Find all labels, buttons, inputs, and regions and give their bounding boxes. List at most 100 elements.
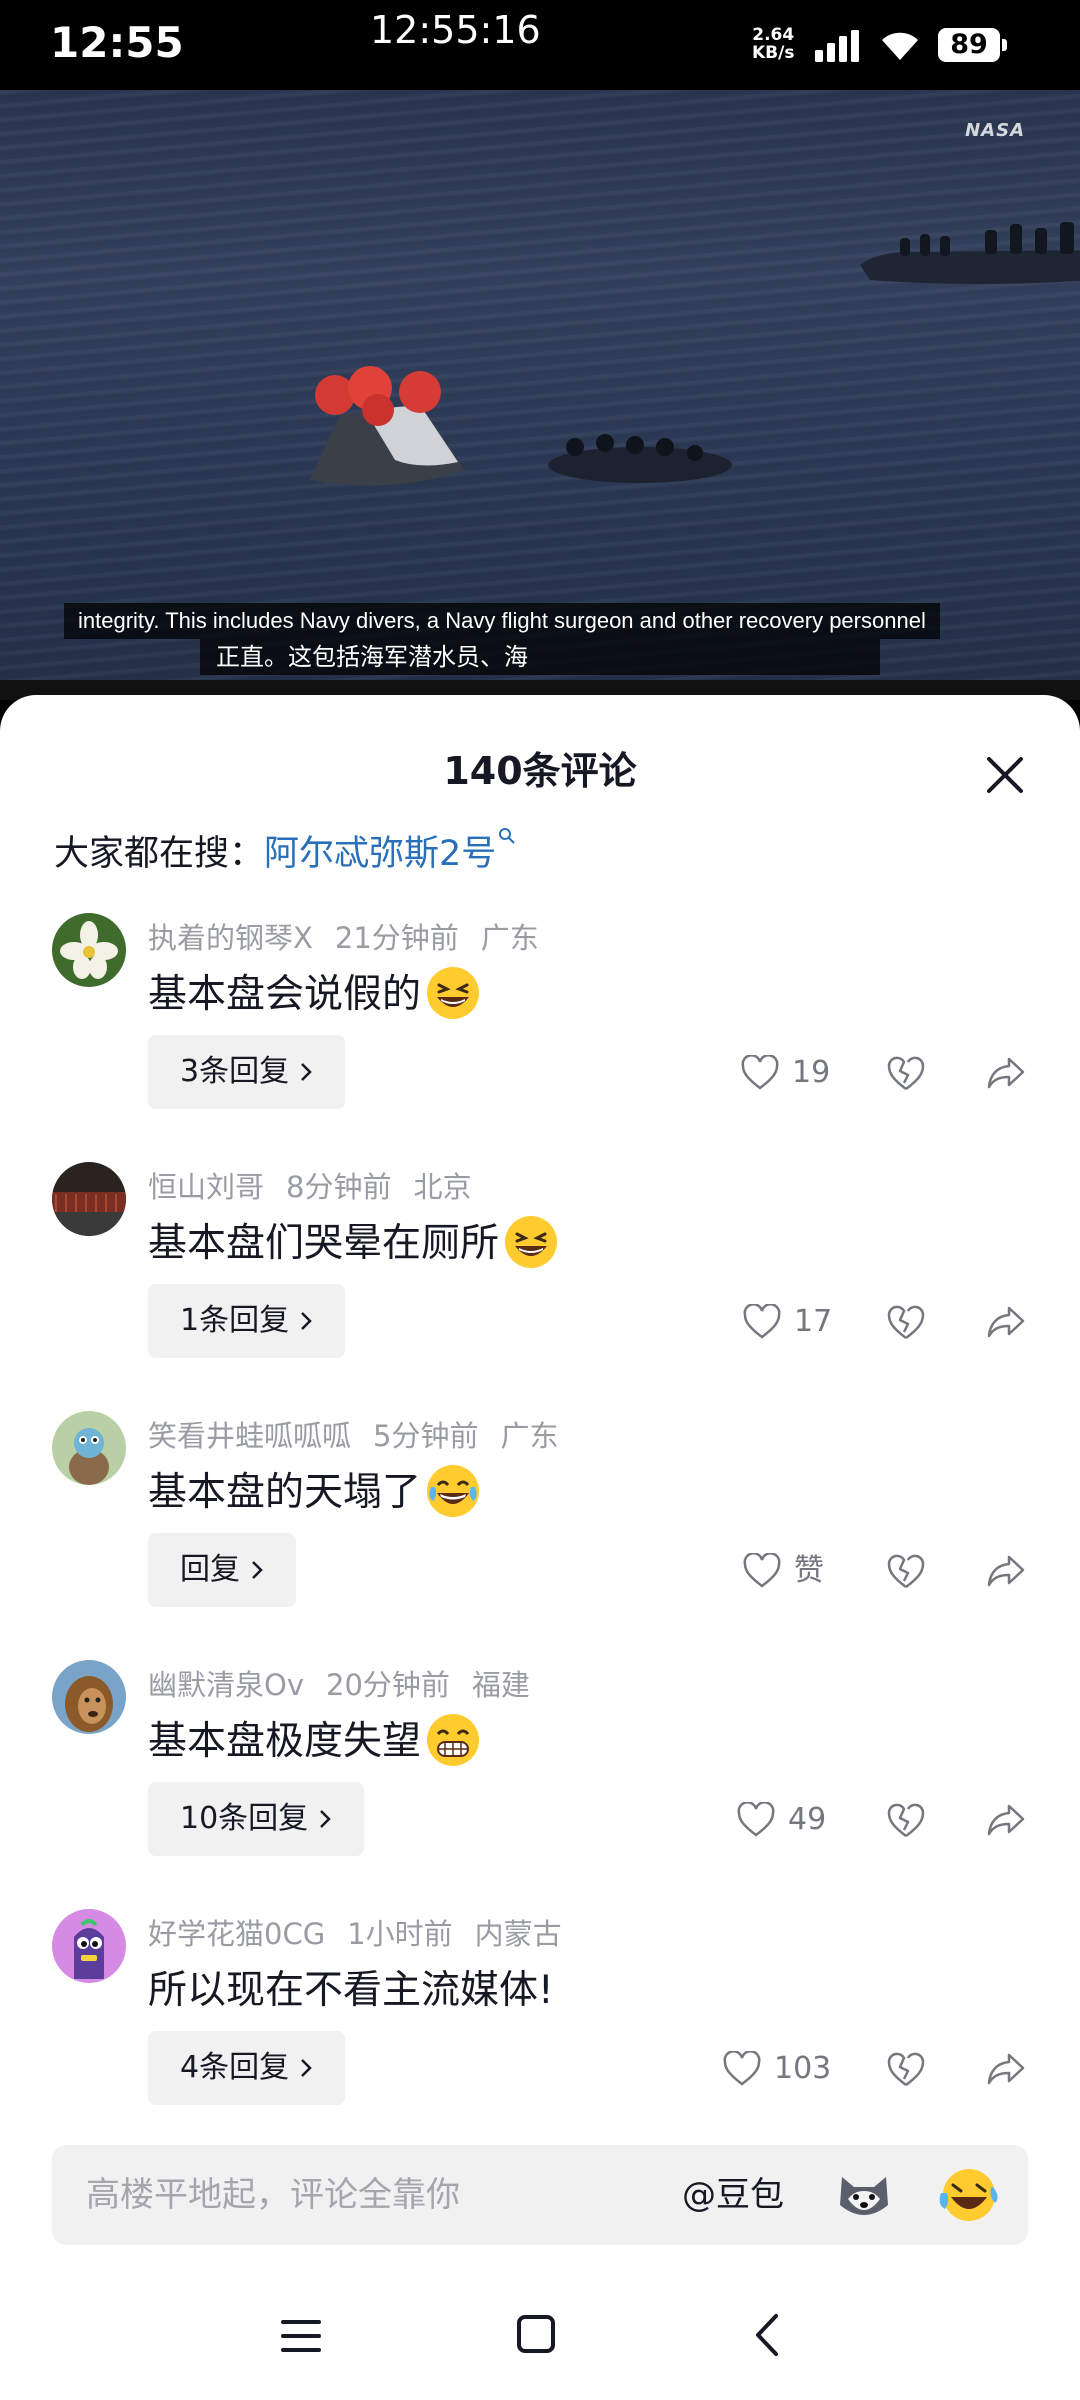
dislike-icon[interactable] [886, 1551, 926, 1591]
laugh-icon [427, 966, 480, 1019]
mention-doubao-button[interactable]: @豆包 [682, 2145, 784, 2245]
view-replies-button[interactable]: 3条回复 [148, 1035, 346, 1109]
chevron-right-icon [301, 2059, 312, 2077]
like-button[interactable]: 103 [722, 2049, 862, 2089]
network-speed-unit: KB/s [752, 43, 795, 63]
home-square-icon[interactable] [516, 2314, 556, 2354]
comment-username[interactable]: 执着的钢琴X [148, 921, 313, 955]
comment-time: 1小时前 [347, 1917, 453, 1951]
avatar[interactable] [52, 1909, 126, 1983]
comment-location: 北京 [413, 1170, 472, 1204]
system-nav-bar [0, 2270, 1080, 2400]
view-replies-label: 4条回复 [180, 2050, 290, 2085]
menu-icon[interactable] [280, 2318, 322, 2354]
like-count: 103 [774, 2051, 832, 2086]
avatar[interactable] [52, 1162, 126, 1236]
comment-text-content: 基本盘们哭晕在厕所 [148, 1221, 500, 1266]
share-icon[interactable] [985, 1551, 1027, 1591]
comment-location: 内蒙古 [474, 1917, 562, 1951]
dog-sticker-icon[interactable] [834, 2165, 894, 2225]
comment-location: 广东 [480, 921, 539, 955]
close-icon[interactable] [975, 745, 1035, 805]
comment-time: 20分钟前 [326, 1668, 450, 1702]
cellular-signal-icon [815, 30, 859, 62]
share-icon[interactable] [985, 2049, 1027, 2089]
comment-meta: 恒山刘哥 8分钟前 北京 [148, 1164, 493, 1206]
view-replies-button[interactable]: 1条回复 [148, 1284, 346, 1358]
comment-text-content: 基本盘会说假的 [148, 972, 422, 1017]
trending-search-label: 大家都在搜： [54, 834, 265, 874]
comment-input-placeholder[interactable]: 高楼平地起，评论全靠你 [86, 2145, 460, 2245]
comment-meta: 笑看井蛙呱呱呱 5分钟前 广东 [148, 1413, 580, 1455]
subtitle-chinese: 正直。这包括海军潜水员、海 [200, 639, 880, 675]
share-icon[interactable] [985, 1053, 1027, 1093]
heart-icon [737, 1802, 775, 1837]
avatar[interactable] [52, 1660, 126, 1734]
comment-time: 21分钟前 [334, 921, 459, 955]
comment-text: 基本盘极度失望 [148, 1710, 481, 1768]
video-player[interactable]: NASA integrity. This includes Navy diver… [0, 90, 1080, 700]
share-icon[interactable] [985, 1302, 1027, 1342]
laughing-emoji-icon[interactable] [937, 2163, 1001, 2227]
heart-icon [743, 1553, 781, 1588]
view-replies-label: 3条回复 [180, 1054, 290, 1089]
like-button[interactable]: 17 [742, 1302, 882, 1342]
comment-username[interactable]: 幽默清泉Ov [148, 1668, 304, 1702]
comment-meta: 幽默清泉Ov 20分钟前 福建 [148, 1662, 552, 1704]
comment-location: 广东 [500, 1419, 559, 1453]
heart-icon [723, 2051, 761, 2086]
tears-of-joy-icon [427, 1464, 480, 1517]
comment-item: 执着的钢琴X 21分钟前 广东 基本盘会说假的 3条回复 19 [0, 913, 1080, 1163]
reply-button[interactable]: 回复 [148, 1533, 296, 1607]
comment-text: 基本盘会说假的 [148, 963, 481, 1021]
view-replies-label: 1条回复 [180, 1303, 290, 1338]
comment-text-content: 基本盘的天塌了 [148, 1470, 422, 1515]
chevron-right-icon [301, 1063, 312, 1081]
comment-username[interactable]: 笑看井蛙呱呱呱 [148, 1419, 351, 1453]
comment-username[interactable]: 好学花猫0CG [148, 1917, 325, 1951]
comment-item: 笑看井蛙呱呱呱 5分钟前 广东 基本盘的天塌了 回复 赞 [0, 1411, 1080, 1661]
trending-search-row: 大家都在搜：阿尔忒弥斯2号 [54, 825, 516, 876]
avatar[interactable] [52, 913, 126, 987]
dislike-icon[interactable] [886, 2049, 926, 2089]
like-count: 49 [788, 1802, 827, 1837]
comment-meta: 好学花猫0CG 1小时前 内蒙古 [148, 1911, 584, 1953]
orion-capsule-image [310, 366, 465, 486]
like-button[interactable]: 49 [736, 1800, 876, 1840]
chevron-right-icon [252, 1561, 263, 1579]
dislike-icon[interactable] [886, 1053, 926, 1093]
comment-text: 基本盘们哭晕在厕所 [148, 1212, 559, 1270]
wifi-icon [882, 32, 918, 60]
recovery-boat-image [860, 222, 1080, 284]
view-replies-button[interactable]: 4条回复 [148, 2031, 346, 2105]
comment-username[interactable]: 恒山刘哥 [148, 1170, 264, 1204]
comment-time: 8分钟前 [286, 1170, 392, 1204]
grin-icon [427, 1713, 480, 1766]
network-speed-value: 2.64 [752, 25, 795, 45]
back-chevron-icon[interactable] [752, 2312, 782, 2358]
view-replies-label: 10条回复 [180, 1801, 309, 1836]
share-icon[interactable] [985, 1800, 1027, 1840]
dislike-icon[interactable] [886, 1800, 926, 1840]
laugh-icon [505, 1215, 558, 1268]
like-button[interactable]: 赞 [742, 1551, 882, 1591]
comment-text: 所以现在不看主流媒体! [148, 1968, 554, 2013]
dislike-icon[interactable] [886, 1302, 926, 1342]
like-button[interactable]: 19 [740, 1053, 880, 1093]
view-replies-button[interactable]: 10条回复 [148, 1782, 365, 1856]
heart-icon [743, 1304, 781, 1339]
comment-item: 幽默清泉Ov 20分钟前 福建 基本盘极度失望 10条回复 49 [0, 1660, 1080, 1910]
battery-indicator: 89 [938, 28, 1007, 62]
avatar[interactable] [52, 1411, 126, 1485]
reply-label: 回复 [180, 1552, 240, 1587]
status-bar: 12:55 12:55:16 2.64 KB/s 89 [0, 0, 1080, 90]
subtitle-english: integrity. This includes Navy divers, a … [64, 603, 940, 639]
comment-meta: 执着的钢琴X 21分钟前 广东 [148, 915, 561, 957]
status-time: 12:55 [50, 18, 184, 67]
comment-input[interactable]: 高楼平地起，评论全靠你 @豆包 [52, 2145, 1028, 2245]
diver-raft-image [548, 434, 732, 483]
like-count: 17 [794, 1304, 833, 1339]
search-icon [499, 828, 516, 844]
trending-search-link[interactable]: 阿尔忒弥斯2号 [264, 834, 496, 874]
status-clock-center: 12:55:16 [370, 8, 541, 52]
